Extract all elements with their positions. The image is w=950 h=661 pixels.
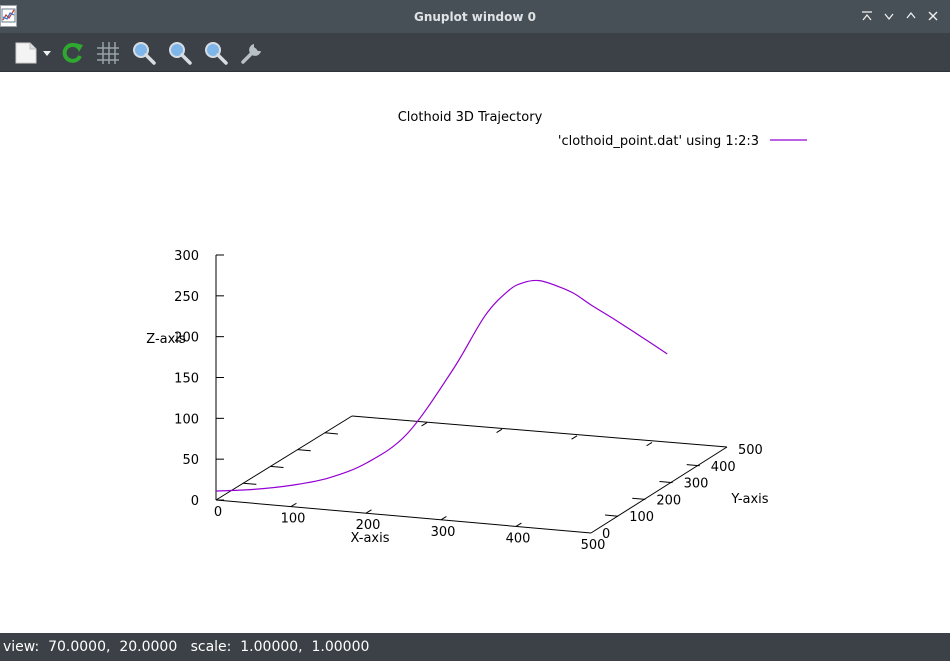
maximize-button[interactable] xyxy=(902,7,920,25)
statusbar: view: 70.0000, 20.0000 scale: 1.00000, 1… xyxy=(0,633,950,661)
z-ticks: 050100150200250300 xyxy=(174,249,224,509)
minimize-button[interactable] xyxy=(880,7,898,25)
y-tick-mark-back xyxy=(324,432,338,435)
y-tick-label: 0 xyxy=(602,527,610,542)
chart-canvas: Clothoid 3D Trajectory 'clothoid_point.d… xyxy=(146,110,807,553)
y-tick-mark xyxy=(605,514,619,517)
z-tick-label: 250 xyxy=(174,290,199,305)
y-tick-label: 500 xyxy=(738,443,763,458)
window-title: Gnuplot window 0 xyxy=(414,9,536,24)
x-tick-label: 100 xyxy=(281,512,306,527)
x-tick-mark xyxy=(365,509,372,514)
export-button[interactable] xyxy=(8,36,54,70)
y-tick-mark-back xyxy=(243,482,257,485)
y-tick-label: 400 xyxy=(711,460,736,475)
y-tick-mark-back xyxy=(297,449,311,452)
next-zoom-button[interactable] xyxy=(162,36,198,70)
zoom-previous-icon xyxy=(133,41,156,65)
z-tick-label: 100 xyxy=(174,412,199,427)
x-axis-line xyxy=(215,499,592,534)
back-y-edge xyxy=(215,415,353,501)
x-tick-label: 300 xyxy=(431,525,456,540)
chart-title: Clothoid 3D Trajectory xyxy=(398,110,543,125)
config-button[interactable] xyxy=(234,36,270,70)
y-tick-mark-back xyxy=(270,465,284,469)
z-tick-label: 0 xyxy=(191,494,199,509)
wrench-icon xyxy=(241,43,261,64)
zoom-next-icon xyxy=(169,41,192,65)
previous-zoom-button[interactable] xyxy=(126,36,162,70)
y-tick-label: 100 xyxy=(629,510,654,525)
series-line-clothoid xyxy=(215,279,668,492)
y-axis-label: Y-axis xyxy=(730,492,768,507)
keep-above-button[interactable] xyxy=(858,7,876,25)
toolbar xyxy=(0,34,950,72)
y-tick-label: 200 xyxy=(656,493,681,508)
x-tick-mark xyxy=(440,516,447,521)
zoom-autoscale-icon xyxy=(205,41,228,65)
x-tick-mark xyxy=(290,502,297,508)
z-tick-label: 300 xyxy=(174,249,199,264)
z-axis-label: Z-axis xyxy=(146,332,186,347)
x-tick-mark-back xyxy=(646,441,653,447)
gnuplot-app-icon xyxy=(0,5,17,27)
x-ticks: 0 100 200 300 400 500 xyxy=(214,422,653,553)
document-export-icon xyxy=(15,42,51,63)
x-tick-mark-back xyxy=(496,428,503,433)
z-tick-label: 50 xyxy=(182,453,199,468)
z-tick-label: 150 xyxy=(174,372,199,387)
grid-icon xyxy=(97,41,119,64)
close-icon xyxy=(928,11,938,21)
x-tick-label: 400 xyxy=(506,531,531,546)
x-axis-label: X-axis xyxy=(351,531,390,546)
y-tick-mark xyxy=(632,497,646,500)
x-tick-label: 0 xyxy=(214,505,222,520)
chevron-up-icon xyxy=(906,11,916,19)
y-tick-mark xyxy=(686,464,700,467)
autoscale-button[interactable] xyxy=(198,36,234,70)
close-button[interactable] xyxy=(924,7,942,25)
status-text: view: 70.0000, 20.0000 scale: 1.00000, 1… xyxy=(3,639,370,655)
y-tick-label: 300 xyxy=(684,477,709,492)
base-plane xyxy=(215,255,728,534)
plot-area[interactable]: Clothoid 3D Trajectory 'clothoid_point.d… xyxy=(0,72,950,633)
y-tick-mark xyxy=(659,480,673,484)
x-tick-mark-back xyxy=(421,422,428,427)
back-x-edge xyxy=(351,415,728,448)
refresh-icon xyxy=(62,42,83,63)
x-tick-mark-back xyxy=(571,435,578,440)
x-tick-mark xyxy=(515,522,522,527)
legend: 'clothoid_point.dat' using 1:2:3 xyxy=(558,134,807,149)
window-titlebar[interactable]: Gnuplot window 0 xyxy=(0,0,950,34)
chevron-down-icon xyxy=(884,13,894,21)
grid-button[interactable] xyxy=(90,36,126,70)
replot-button[interactable] xyxy=(54,36,90,70)
keep-above-icon xyxy=(862,11,872,21)
legend-entry-label: 'clothoid_point.dat' using 1:2:3 xyxy=(558,134,759,149)
